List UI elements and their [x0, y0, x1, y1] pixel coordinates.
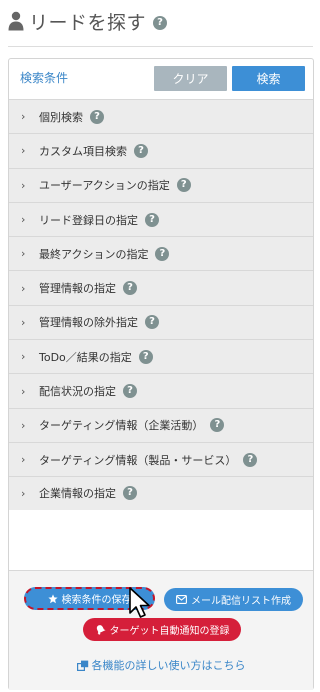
section-accordion: › 個別検索 ? › カスタム項目検索 ? › ユーザーアクションの指定 ? ›…: [9, 99, 313, 511]
envelope-icon: [176, 595, 187, 604]
footer-actions: 検索条件の保存 メール配信リスト作成 ターゲット自動通知の登録 各機能の詳しい使…: [9, 570, 313, 690]
chevron-right-icon: ›: [21, 486, 26, 500]
section-label: 最終アクションの指定: [39, 247, 149, 261]
conditions-bar: 検索条件 クリア 検索: [9, 59, 313, 99]
chevron-right-icon: ›: [21, 453, 26, 467]
section-label: カスタム項目検索: [39, 144, 127, 158]
help-icon[interactable]: ?: [210, 418, 225, 433]
chevron-right-icon: ›: [21, 281, 26, 295]
chevron-right-icon: ›: [21, 384, 26, 398]
section-targeting-product[interactable]: › ターゲティング情報（製品・サービス） ?: [9, 441, 313, 477]
section-targeting-company[interactable]: › ターゲティング情報（企業活動） ?: [9, 407, 313, 442]
register-target-notification-button[interactable]: ターゲット自動通知の登録: [83, 618, 241, 641]
help-icon[interactable]: ?: [138, 349, 153, 364]
help-icon[interactable]: ?: [90, 109, 104, 124]
section-management-info-exclude[interactable]: › 管理情報の除外指定 ?: [9, 304, 313, 340]
section-company-info[interactable]: › 企業情報の指定 ?: [9, 476, 313, 511]
help-icon[interactable]: ?: [123, 486, 137, 501]
chevron-right-icon: ›: [21, 418, 26, 432]
save-conditions-label: 検索条件の保存: [61, 595, 132, 606]
section-label: 個別検索: [39, 110, 83, 124]
help-icon[interactable]: ?: [123, 384, 137, 399]
section-label: 管理情報の指定: [39, 282, 116, 296]
search-panel: 検索条件 クリア 検索 › 個別検索 ? › カスタム項目検索 ? › ユーザー…: [8, 58, 314, 690]
register-target-notification-label: ターゲット自動通知の登録: [109, 626, 230, 637]
section-last-action[interactable]: › 最終アクションの指定 ?: [9, 236, 313, 271]
help-icon[interactable]: ?: [243, 452, 258, 467]
chevron-right-icon: ›: [21, 213, 26, 227]
page-header: リードを探す ?: [0, 0, 320, 42]
bell-icon: [95, 624, 106, 635]
section-label: ターゲティング情報（企業活動）: [39, 419, 204, 433]
section-label: ターゲティング情報（製品・サービス）: [39, 453, 237, 467]
external-link-icon: [76, 660, 89, 671]
blank-area: [9, 510, 313, 570]
create-mail-list-button[interactable]: メール配信リスト作成: [164, 588, 303, 611]
section-label: 管理情報の除外指定: [39, 316, 138, 330]
help-icon[interactable]: ?: [145, 315, 159, 330]
create-mail-list-label: メール配信リスト作成: [191, 596, 291, 607]
chevron-right-icon: ›: [21, 144, 26, 158]
section-label: ユーザーアクションの指定: [39, 179, 170, 193]
help-icon[interactable]: ?: [134, 143, 148, 158]
help-icon[interactable]: ?: [123, 281, 137, 296]
section-user-action[interactable]: › ユーザーアクションの指定 ?: [9, 167, 313, 202]
search-button[interactable]: 検索: [232, 66, 305, 91]
section-todo-result[interactable]: › ToDo／結果の指定 ?: [9, 339, 313, 374]
usage-help-link-label: 各機能の詳しい使い方はこちら: [91, 659, 246, 672]
chevron-right-icon: ›: [21, 247, 26, 261]
section-lead-registration-date[interactable]: › リード登録日の指定 ?: [9, 201, 313, 237]
help-icon[interactable]: ?: [155, 246, 170, 261]
star-icon: [47, 593, 58, 604]
chevron-right-icon: ›: [21, 350, 26, 364]
section-individual-search[interactable]: › 個別検索 ?: [9, 99, 313, 134]
section-label: ToDo／結果の指定: [39, 350, 132, 364]
person-icon: [8, 11, 24, 31]
help-icon[interactable]: ?: [145, 212, 159, 227]
clear-button[interactable]: クリア: [154, 66, 227, 91]
help-icon[interactable]: ?: [176, 178, 191, 193]
usage-help-link[interactable]: 各機能の詳しい使い方はこちら: [9, 657, 313, 673]
chevron-right-icon: ›: [21, 110, 26, 124]
section-custom-field-search[interactable]: › カスタム項目検索 ?: [9, 133, 313, 168]
title-divider: [8, 46, 313, 47]
section-management-info[interactable]: › 管理情報の指定 ?: [9, 270, 313, 305]
mouse-pointer-icon: [129, 587, 150, 618]
section-delivery-status[interactable]: › 配信状況の指定 ?: [9, 373, 313, 408]
section-label: リード登録日の指定: [39, 213, 138, 227]
section-label: 企業情報の指定: [39, 487, 116, 501]
chevron-right-icon: ›: [21, 178, 26, 192]
chevron-right-icon: ›: [21, 315, 26, 329]
help-icon[interactable]: ?: [153, 16, 168, 30]
page-title: リードを探す: [29, 11, 147, 34]
section-label: 配信状況の指定: [39, 385, 116, 399]
conditions-label: 検索条件: [20, 71, 69, 85]
